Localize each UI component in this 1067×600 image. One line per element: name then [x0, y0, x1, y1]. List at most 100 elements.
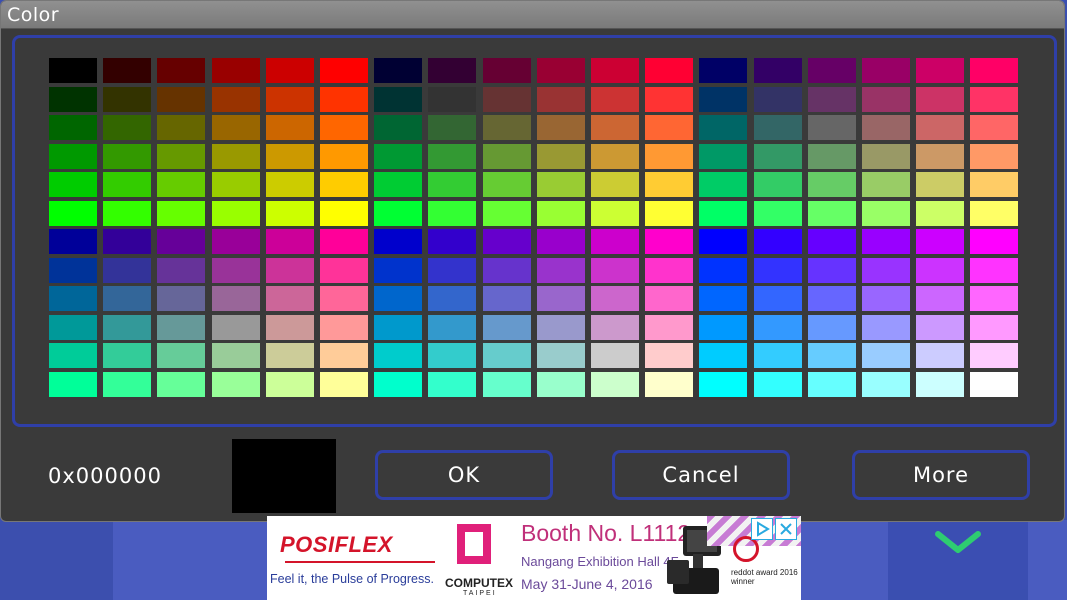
color-swatch[interactable] — [916, 286, 965, 311]
color-swatch[interactable] — [916, 172, 965, 197]
color-swatch[interactable] — [753, 143, 802, 169]
color-swatch[interactable] — [374, 86, 423, 112]
color-swatch[interactable] — [265, 172, 314, 197]
color-swatch[interactable] — [970, 143, 1019, 169]
color-swatch[interactable] — [645, 286, 694, 311]
color-swatch[interactable] — [862, 58, 910, 83]
color-swatch[interactable] — [862, 257, 910, 283]
color-swatch[interactable] — [645, 172, 694, 197]
color-swatch[interactable] — [862, 172, 910, 197]
color-swatch[interactable] — [157, 371, 206, 397]
color-swatch[interactable] — [49, 371, 97, 397]
color-swatch[interactable] — [753, 371, 802, 397]
color-swatch[interactable] — [862, 314, 910, 340]
color-swatch[interactable] — [536, 343, 585, 368]
color-swatch[interactable] — [265, 115, 314, 140]
color-swatch[interactable] — [103, 58, 152, 83]
color-swatch[interactable] — [211, 115, 260, 140]
color-swatch[interactable] — [591, 58, 639, 83]
color-swatch[interactable] — [374, 200, 423, 226]
color-swatch[interactable] — [970, 58, 1019, 83]
color-swatch[interactable] — [482, 172, 531, 197]
color-swatch[interactable] — [428, 229, 477, 254]
color-swatch[interactable] — [49, 286, 97, 311]
color-swatch[interactable] — [536, 58, 585, 83]
color-swatch[interactable] — [320, 229, 368, 254]
color-swatch[interactable] — [591, 371, 639, 397]
ad-banner[interactable]: POSIFLEX Feel it, the Pulse of Progress.… — [267, 516, 801, 600]
color-swatch[interactable] — [862, 200, 910, 226]
color-swatch[interactable] — [916, 86, 965, 112]
color-swatch[interactable] — [591, 257, 639, 283]
color-swatch[interactable] — [103, 143, 152, 169]
color-swatch[interactable] — [645, 143, 694, 169]
color-swatch[interactable] — [591, 172, 639, 197]
color-swatch[interactable] — [265, 200, 314, 226]
color-swatch[interactable] — [211, 86, 260, 112]
color-swatch[interactable] — [428, 371, 477, 397]
color-swatch[interactable] — [482, 286, 531, 311]
color-swatch[interactable] — [482, 371, 531, 397]
color-swatch[interactable] — [320, 371, 368, 397]
color-swatch[interactable] — [970, 343, 1019, 368]
color-swatch[interactable] — [428, 343, 477, 368]
color-swatch[interactable] — [103, 115, 152, 140]
color-swatch[interactable] — [157, 343, 206, 368]
color-swatch[interactable] — [157, 172, 206, 197]
color-swatch[interactable] — [103, 286, 152, 311]
color-swatch[interactable] — [753, 200, 802, 226]
color-swatch[interactable] — [320, 314, 368, 340]
color-swatch[interactable] — [374, 286, 423, 311]
color-swatch[interactable] — [49, 115, 97, 140]
color-swatch[interactable] — [49, 200, 97, 226]
color-swatch[interactable] — [482, 86, 531, 112]
color-swatch[interactable] — [374, 257, 423, 283]
color-swatch[interactable] — [103, 371, 152, 397]
color-swatch[interactable] — [428, 200, 477, 226]
color-swatch[interactable] — [320, 286, 368, 311]
color-swatch[interactable] — [699, 172, 748, 197]
color-swatch[interactable] — [211, 172, 260, 197]
color-swatch[interactable] — [753, 286, 802, 311]
color-swatch[interactable] — [970, 286, 1019, 311]
color-swatch[interactable] — [753, 229, 802, 254]
color-swatch[interactable] — [916, 343, 965, 368]
color-swatch[interactable] — [645, 115, 694, 140]
color-swatch[interactable] — [320, 115, 368, 140]
color-swatch[interactable] — [699, 86, 748, 112]
color-swatch[interactable] — [536, 200, 585, 226]
color-swatch[interactable] — [265, 343, 314, 368]
color-swatch[interactable] — [265, 286, 314, 311]
color-swatch[interactable] — [645, 229, 694, 254]
color-swatch[interactable] — [320, 172, 368, 197]
color-swatch[interactable] — [807, 86, 856, 112]
color-swatch[interactable] — [916, 371, 965, 397]
color-swatch[interactable] — [916, 200, 965, 226]
color-swatch[interactable] — [753, 314, 802, 340]
color-swatch[interactable] — [374, 343, 423, 368]
color-swatch[interactable] — [428, 257, 477, 283]
cancel-button[interactable]: Cancel — [612, 450, 790, 500]
color-swatch[interactable] — [699, 58, 748, 83]
color-swatch[interactable] — [374, 115, 423, 140]
color-swatch[interactable] — [807, 229, 856, 254]
color-swatch[interactable] — [157, 58, 206, 83]
color-swatch[interactable] — [536, 143, 585, 169]
color-swatch[interactable] — [320, 257, 368, 283]
color-swatch[interactable] — [211, 229, 260, 254]
color-swatch[interactable] — [482, 200, 531, 226]
color-swatch[interactable] — [807, 371, 856, 397]
color-swatch[interactable] — [157, 86, 206, 112]
color-swatch[interactable] — [645, 257, 694, 283]
color-swatch[interactable] — [536, 172, 585, 197]
color-swatch[interactable] — [157, 229, 206, 254]
color-swatch[interactable] — [157, 115, 206, 140]
color-swatch[interactable] — [970, 86, 1019, 112]
color-swatch[interactable] — [211, 58, 260, 83]
color-swatch[interactable] — [211, 143, 260, 169]
color-swatch[interactable] — [916, 229, 965, 254]
color-swatch[interactable] — [699, 229, 748, 254]
color-swatch[interactable] — [482, 115, 531, 140]
color-swatch[interactable] — [916, 58, 965, 83]
color-swatch[interactable] — [320, 200, 368, 226]
